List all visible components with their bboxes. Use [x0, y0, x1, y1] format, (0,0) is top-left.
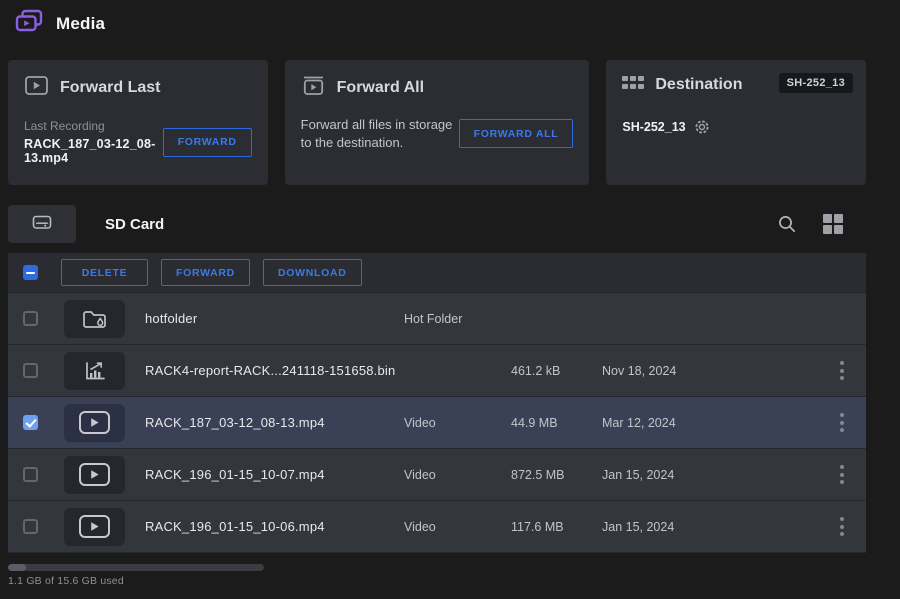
table-row[interactable]: RACK_196_01-15_10-06.mp4 Video 117.6 MB … [8, 501, 866, 553]
select-all-checkbox[interactable] [23, 265, 38, 280]
file-size: 44.9 MB [511, 416, 602, 430]
forward-selected-button[interactable]: FORWARD [161, 259, 250, 286]
storage-title: SD Card [105, 216, 164, 233]
forward-all-title: Forward All [337, 79, 424, 97]
forward-all-button[interactable]: FORWARD ALL [459, 119, 574, 148]
row-menu-button[interactable] [836, 408, 848, 438]
file-size: 872.5 MB [511, 468, 602, 482]
file-icon [64, 300, 125, 338]
destination-card: Destination SH-252_13 SH-252_13 [606, 60, 866, 185]
storage-usage-bar [8, 564, 264, 571]
file-type: Video [404, 416, 511, 430]
file-name: RACK_196_01-15_10-07.mp4 [135, 467, 404, 482]
file-date: Nov 18, 2024 [602, 364, 752, 378]
destination-title: Destination [655, 76, 742, 94]
row-menu-button[interactable] [836, 356, 848, 386]
grid-view-button[interactable] [822, 213, 844, 235]
row-checkbox[interactable] [23, 415, 38, 430]
file-type: Video [404, 520, 511, 534]
row-checkbox[interactable] [23, 363, 38, 378]
file-type: Video [404, 468, 511, 482]
page-header: Media [14, 8, 105, 40]
sd-card-icon [32, 215, 52, 233]
search-icon [777, 214, 797, 234]
file-size: 117.6 MB [511, 520, 602, 534]
file-table: DELETE FORWARD DOWNLOAD [8, 253, 866, 553]
media-logo-icon [14, 8, 44, 40]
file-size: 461.2 kB [511, 364, 602, 378]
forward-last-card: Forward Last Last Recording RACK_187_03-… [8, 60, 268, 185]
selection-toolbar: DELETE FORWARD DOWNLOAD [8, 253, 866, 293]
table-row[interactable]: hotfolder Hot Folder [8, 293, 866, 345]
hot-folder-icon [81, 307, 108, 330]
grid-view-icon [822, 213, 844, 235]
destination-grid-icon [622, 75, 644, 95]
row-checkbox[interactable] [23, 519, 38, 534]
delete-button[interactable]: DELETE [61, 259, 148, 286]
forward-all-box-icon [301, 75, 326, 101]
destination-settings-gear-icon[interactable] [694, 119, 710, 135]
row-menu-button[interactable] [836, 460, 848, 490]
file-name: RACK4-report-RACK...241118-151658.bin [135, 363, 404, 378]
file-table-body: hotfolder Hot Folder [8, 293, 866, 553]
table-row[interactable]: RACK_196_01-15_10-07.mp4 Video 872.5 MB … [8, 449, 866, 501]
forward-all-card: Forward All Forward all files in storage… [285, 60, 590, 185]
storage-usage-text: 1.1 GB of 15.6 GB used [8, 575, 124, 587]
file-date: Jan 15, 2024 [602, 468, 752, 482]
file-name: RACK_187_03-12_08-13.mp4 [135, 415, 404, 430]
file-name: hotfolder [135, 311, 404, 326]
video-file-icon [78, 514, 111, 539]
file-name: RACK_196_01-15_10-06.mp4 [135, 519, 404, 534]
play-square-icon [24, 75, 49, 101]
forward-last-title: Forward Last [60, 79, 160, 97]
row-checkbox[interactable] [23, 311, 38, 326]
file-type: Hot Folder [404, 312, 511, 326]
page-title: Media [56, 14, 105, 34]
storage-bar-fill [8, 564, 26, 571]
search-button[interactable] [777, 214, 797, 234]
sd-card-device-button[interactable] [8, 205, 76, 243]
forward-button[interactable]: FORWARD [163, 128, 252, 157]
row-checkbox[interactable] [23, 467, 38, 482]
storage-device-row: SD Card [8, 205, 866, 243]
file-date: Jan 15, 2024 [602, 520, 752, 534]
table-row[interactable]: RACK4-report-RACK...241118-151658.bin 46… [8, 345, 866, 397]
file-date: Mar 12, 2024 [602, 416, 752, 430]
video-file-icon [78, 462, 111, 487]
last-recording-label: Last Recording [24, 119, 163, 133]
download-button[interactable]: DOWNLOAD [263, 259, 362, 286]
file-icon [64, 456, 125, 494]
action-cards: Forward Last Last Recording RACK_187_03-… [8, 60, 866, 185]
last-recording-filename: RACK_187_03-12_08-13.mp4 [24, 137, 163, 165]
table-row[interactable]: RACK_187_03-12_08-13.mp4 Video 44.9 MB M… [8, 397, 866, 449]
file-icon [64, 508, 125, 546]
forward-all-description: Forward all files in storage to the dest… [301, 116, 459, 152]
row-menu-button[interactable] [836, 512, 848, 542]
report-file-icon [82, 360, 108, 382]
destination-badge: SH-252_13 [779, 73, 853, 93]
destination-value: SH-252_13 [622, 120, 685, 134]
file-icon [64, 352, 125, 390]
file-icon [64, 404, 125, 442]
video-file-icon [78, 410, 111, 435]
